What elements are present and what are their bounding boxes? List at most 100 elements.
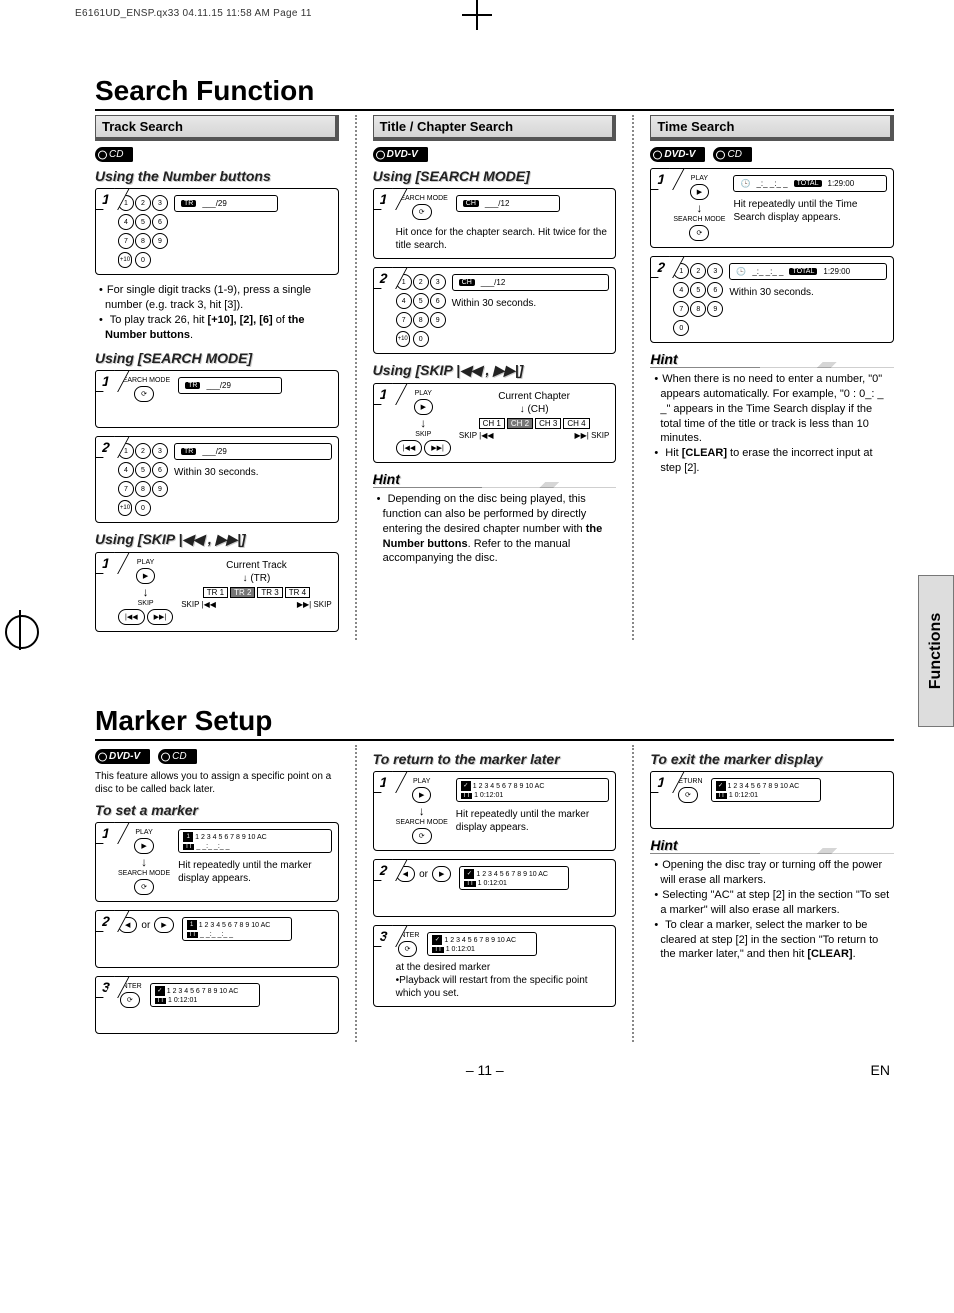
k: +10 [118,500,132,516]
ch-skip-step1: 1 PLAY ▶ ↓ SKIP |◀◀ ▶▶| [373,383,617,463]
play-icon: ▶ [690,184,709,200]
marker-display3: ✓1 2 3 4 5 6 7 8 9 10 AC TT 1 0:12:01 [427,932,537,956]
mv: 1 0:12:01 [168,997,197,1004]
k: 0 [413,331,429,347]
tt-tag: TT [461,793,472,799]
check-icon: ✓ [464,869,474,879]
track-list: TR 1 TR 2 TR 3 TR 4 [181,587,331,598]
btn-play: PLAY ▶ [414,390,433,415]
hint-head-ch: Hint [373,471,617,488]
k: 9 [430,312,446,328]
ch-step1: 1 SEARCH MODE ⟳ CH ___/12 Hit once for t… [373,188,617,259]
hint-ch-text: Depending on the disc being played, this… [373,492,617,566]
ch3: CH 3 [535,418,561,429]
sub-using-numbers: Using the Number buttons [95,168,339,184]
sub-skip-track: Using [SKIP |◀◀ , ▶▶|] [95,531,339,548]
tag-ch: CH [463,200,479,207]
head-time-search: Time Search [650,115,894,141]
k: 8 [690,301,706,317]
skip-next-icon: ▶▶| [424,440,451,456]
badges-marker: DVD-V CD [95,749,339,764]
tt-tag: TT [155,998,166,1004]
value-ch12: ___/12 [481,278,505,287]
col-time-search: Time Search DVD-V CD 1 PLAY ▶ ↓ SEARCH M… [650,115,894,640]
clock-icon: 🕒 [736,267,746,276]
registration-mark-left [0,610,40,650]
skip-next-label: ▶▶| SKIP [297,600,332,609]
step-number: 2 [650,256,672,278]
check-icon: ✓ [155,986,165,996]
key-7: 7 [118,233,134,249]
play-icon: ▶ [134,838,153,854]
btn-play: PLAY ▶ [412,778,431,803]
arrow-down-icon: ↓ [419,805,425,817]
head-track-search: Track Search [95,115,339,141]
tag-tr: TR [181,448,196,455]
step-number: 1 [95,552,117,574]
skip-next-icon: ▶▶| [147,609,174,625]
set-marker-step1: 1 PLAY ▶ ↓ SEARCH MODE ⟳ [95,822,339,902]
badges-title: DVD-V [373,147,617,162]
return-step3-note: at the desired marker [396,961,610,974]
badge-cd: CD [95,147,133,162]
slots: 1 2 3 4 5 6 7 8 9 10 AC [476,871,548,878]
mv: _ _:_ _:_ _ [200,931,233,938]
mv: 1 0:12:01 [729,792,758,799]
skip-prev-icon: |◀◀ [396,440,423,456]
badge-cd: CD [158,749,196,764]
t: [CLEAR] [807,948,852,960]
search-columns: Track Search CD Using the Number buttons… [95,115,894,640]
t: Hit [665,447,682,459]
badges-track: CD [95,147,339,162]
set-marker-step3: 3 ENTER ⟳ ✓1 2 3 4 5 6 7 8 9 10 AC TT 1 … [95,976,339,1034]
tr1: TR 1 [203,587,228,598]
t: Depending on the disc being played, this… [383,493,587,535]
oval-icon: ⟳ [134,386,154,402]
divider [355,115,357,640]
btn-play: PLAY ▶ [136,559,155,584]
track-searchmode-step2: 2 123 456 789 +100 TR ___/29 Within 30 s… [95,436,339,523]
section-title-search: Search Function [95,75,894,111]
key-8: 8 [135,233,151,249]
note-play-26: To play track 26, hit [+10], [2], [6] of… [95,313,339,343]
track-skip-step1: 1 PLAY ▶ ↓ SKIP |◀◀ ▶▶| [95,552,339,632]
k: 5 [135,462,151,478]
value-tr29: ___/29 [206,381,230,390]
key-2: 2 [135,195,151,211]
return-marker-step3: 3 ENTER ⟳ ✓1 2 3 4 5 6 7 8 9 10 AC TT 1 … [373,925,617,1007]
sub-search-mode-track: Using [SEARCH MODE] [95,350,339,366]
exit-marker-step1: 1 RETURN ⟳ ✓1 2 3 4 5 6 7 8 9 10 AC TT 1… [650,771,894,829]
current-ch-abbr: ↓ (CH) [459,403,609,416]
k: 7 [673,301,689,317]
within-30-time: Within 30 seconds. [729,286,887,299]
k: +10 [396,331,410,347]
ch4: CH 4 [563,418,589,429]
side-tab-label: Functions [927,613,945,689]
step-number: 3 [373,925,395,947]
btn-search-mode: SEARCH MODE ⟳ [118,377,170,402]
btn-search-mode: SEARCH MODE ⟳ [673,216,725,241]
badge-dvd: DVD-V [95,749,150,764]
track-number-notes: For single digit tracks (1-9), press a s… [95,283,339,342]
arrow-down-icon: ↓ [141,856,147,868]
col-set-marker: DVD-V CD This feature allows you to assi… [95,745,339,1042]
current-track-abbr: ↓ (TR) [181,572,331,585]
label-play: PLAY [415,390,432,397]
k: 3 [152,443,168,459]
oval-icon: ⟳ [689,225,709,241]
sub-skip-ch: Using [SKIP |◀◀ , ▶▶|] [373,362,617,379]
key-3: 3 [152,195,168,211]
oval-icon: ⟳ [398,941,418,957]
manual-page: E6161UD_ENSP.qx33 04.11.15 11:58 AM Page… [0,0,954,1118]
skip-prev-icon: |◀◀ [118,609,145,625]
tag-ch: CH [459,279,475,286]
hints-time: When there is no need to enter a number,… [650,372,894,476]
k: 7 [396,312,412,328]
slot: 1 [183,832,193,842]
arrow-down-icon: ↓ [143,586,149,598]
t: of [273,314,288,326]
btn-search-mode: SEARCH MODE ⟳ [118,870,170,895]
page-footer: – 11 – EN [95,1062,894,1078]
badge-dvd: DVD-V [650,147,705,162]
slots: 1 2 3 4 5 6 7 8 9 10 AC [444,937,516,944]
